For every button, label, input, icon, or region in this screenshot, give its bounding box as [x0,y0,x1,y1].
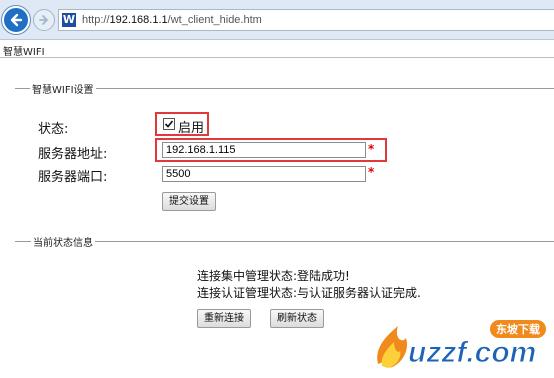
central-management-status-text: 连接集中管理状态:登陆成功! [197,269,350,283]
svg-text:东坡下载: 东坡下载 [496,322,540,336]
forward-button[interactable] [33,9,55,31]
svg-text:uzzf.com: uzzf.com [408,336,536,369]
address-bar[interactable]: W http://192.168.1.1/wt_client_hide.htm [58,9,554,31]
back-button[interactable] [2,6,30,34]
server-address-input[interactable] [162,142,366,158]
url-prefix: http:// [82,14,110,26]
checkmark-icon [164,120,174,128]
uzzf-watermark-logo: 东坡下载 uzzf.com [372,312,552,374]
settings-section-rule [15,88,554,89]
server-port-required-mark: * [368,165,375,179]
status-section-legend: 当前状态信息 [31,234,95,249]
site-favicon-icon: W [62,13,76,27]
browser-toolbar: W http://192.168.1.1/wt_client_hide.htm [0,0,554,40]
arrow-right-icon [39,15,48,25]
title-divider [0,57,554,58]
status-section-rule [15,241,554,242]
auth-management-status-text: 连接认证管理状态:与认证服务器认证完成. [197,286,421,300]
server-address-required-mark: * [368,142,375,156]
server-port-label: 服务器端口: [38,170,108,185]
server-port-input[interactable] [162,166,366,182]
page-title: 智慧WIFI [3,47,45,58]
url-host: 192.168.1.1 [109,14,168,26]
status-enable-label: 启用 [178,121,205,136]
settings-section-legend: 智慧WIFI设置 [30,81,96,96]
reconnect-button[interactable]: 重新连接 [197,309,251,328]
url-text: http://192.168.1.1/wt_client_hide.htm [82,14,262,26]
submit-settings-button[interactable]: 提交设置 [162,192,216,211]
status-enable-checkbox[interactable] [163,118,175,130]
server-address-label: 服务器地址: [38,147,108,162]
status-label: 状态: [38,122,69,137]
refresh-status-button[interactable]: 刷新状态 [270,309,324,328]
arrow-left-icon [10,13,23,27]
url-path: /wt_client_hide.htm [167,14,262,26]
